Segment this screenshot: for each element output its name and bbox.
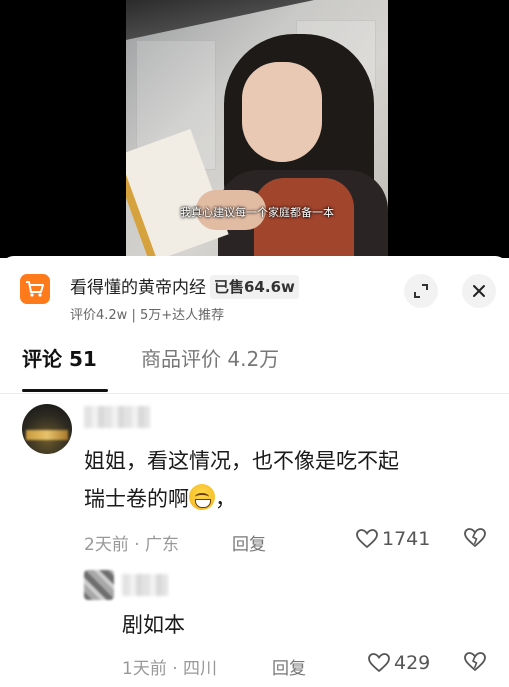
product-title-line: 看得懂的黄帝内经 已售64.6w	[70, 274, 299, 302]
like-button[interactable]: 1741	[356, 528, 430, 550]
close-icon	[473, 285, 485, 297]
expand-button[interactable]	[404, 274, 438, 308]
heart-icon	[356, 529, 378, 549]
tab-bar: 评论 51 商品评价 4.2万	[0, 336, 509, 394]
username-blurred[interactable]	[84, 406, 150, 428]
reply-like-count: 429	[394, 652, 431, 674]
active-tab-indicator	[22, 389, 108, 392]
reply-text: 剧如本	[122, 613, 185, 637]
product-title: 看得懂的黄帝内经	[70, 278, 206, 298]
tab-product-reviews[interactable]: 商品评价 4.2万	[141, 344, 279, 374]
expand-icon	[414, 284, 428, 298]
sold-count-badge: 已售64.6w	[210, 275, 299, 299]
comment-text-line2-content: 瑞士卷的啊	[84, 487, 189, 511]
grinning-sweat-emoji-icon	[189, 484, 215, 510]
tab-comments[interactable]: 评论 51	[22, 344, 97, 374]
reply-avatar[interactable]	[84, 570, 114, 600]
broken-heart-icon	[464, 528, 486, 548]
broken-heart-icon	[464, 652, 486, 672]
comment-text-line1: 姐姐，看这情况，也不像是吃不起	[84, 449, 399, 473]
product-rating-info: 评价4.2w | 5万+达人推荐	[70, 308, 225, 323]
heart-icon	[368, 653, 390, 673]
avatar[interactable]	[22, 404, 72, 454]
comment-text-suffix: ，	[215, 487, 236, 511]
reply-button[interactable]: 回复	[232, 530, 266, 555]
video-frame: 我真心建议每一个家庭都备一本	[126, 0, 388, 258]
video-player[interactable]: 我真心建议每一个家庭都备一本	[0, 0, 509, 258]
like-count: 1741	[382, 528, 431, 550]
person-face	[242, 62, 322, 162]
close-button[interactable]	[462, 274, 496, 308]
comment-sheet: 看得懂的黄帝内经 已售64.6w 评价4.2w | 5万+达人推荐 评论 51 商…	[0, 256, 509, 687]
reply-dislike-button[interactable]	[464, 652, 486, 676]
reply-like-button[interactable]: 429	[368, 652, 430, 674]
reply-reply-button[interactable]: 回复	[272, 654, 306, 679]
reply-username-blurred[interactable]	[122, 574, 168, 596]
reply-time-location: 1天前 · 四川	[122, 659, 218, 679]
dislike-button[interactable]	[464, 528, 486, 552]
video-subtitle: 我真心建议每一个家庭都备一本	[180, 206, 334, 219]
product-card[interactable]: 看得懂的黄帝内经 已售64.6w 评价4.2w | 5万+达人推荐	[20, 274, 496, 324]
comment-time-location: 2天前 · 广东	[84, 535, 180, 555]
comment-text-line2: 瑞士卷的啊 ，	[84, 480, 236, 518]
shopping-cart-icon	[20, 274, 50, 304]
